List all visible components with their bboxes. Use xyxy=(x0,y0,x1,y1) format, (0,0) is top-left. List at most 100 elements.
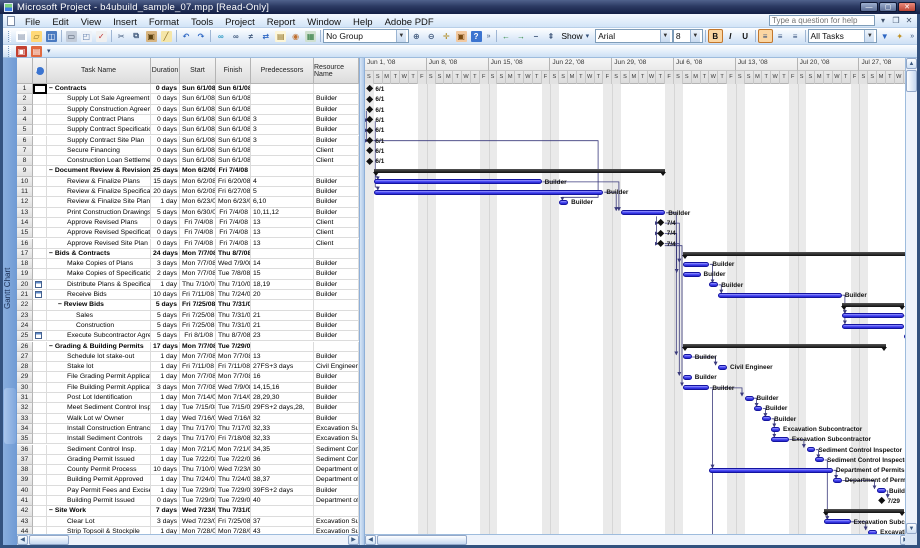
hyperlink-icon[interactable]: ∞ xyxy=(213,29,228,43)
cell-finish[interactable]: Fri 6/27/08 xyxy=(216,187,251,197)
cell-dur[interactable]: 1 day xyxy=(151,424,180,434)
cell-name[interactable]: Review & Finalize Plans xyxy=(47,177,151,187)
cell-info[interactable] xyxy=(33,506,47,516)
timescale-day[interactable]: W xyxy=(524,71,533,84)
cell-finish[interactable]: Sun 6/1/08 xyxy=(216,125,251,135)
cell-name[interactable]: Secure Financing xyxy=(47,146,151,156)
cell-name[interactable]: Approve Revised Specifications xyxy=(47,228,151,238)
cell-info[interactable] xyxy=(33,445,47,455)
cell-start[interactable]: Thu 7/17/08 xyxy=(180,424,216,434)
cell-start[interactable]: Tue 7/22/08 xyxy=(180,455,216,465)
undo-icon[interactable]: ↶ xyxy=(179,29,194,43)
timescale-day[interactable]: M xyxy=(692,71,701,84)
save-icon[interactable]: ◫ xyxy=(44,29,59,43)
cell-pred[interactable]: 29FS+2 days,28, xyxy=(251,403,314,413)
cell-num[interactable]: 25 xyxy=(17,331,33,341)
cell-pred[interactable]: 18,19 xyxy=(251,280,314,290)
cell-pred[interactable]: 32,33 xyxy=(251,424,314,434)
cell-num[interactable]: 21 xyxy=(17,290,33,300)
cell-pred[interactable] xyxy=(251,94,314,104)
task-bar[interactable] xyxy=(754,406,763,411)
cell-dur[interactable]: 0 days xyxy=(151,94,180,104)
cell-finish[interactable]: Tue 7/22/08 xyxy=(216,455,251,465)
task-bar[interactable] xyxy=(718,365,727,370)
summary-bar[interactable] xyxy=(683,252,911,256)
cell-info[interactable] xyxy=(33,208,47,218)
cell-info[interactable] xyxy=(33,259,47,269)
cell-info[interactable] xyxy=(33,218,47,228)
menu-format[interactable]: Format xyxy=(143,16,185,29)
cell-dur[interactable]: 2 days xyxy=(151,269,180,279)
cell-start[interactable]: Sun 6/1/08 xyxy=(180,156,216,166)
cell-info[interactable] xyxy=(33,239,47,249)
timescale-day[interactable]: W xyxy=(462,71,471,84)
print-icon[interactable]: ▭ xyxy=(64,29,79,43)
timescale-day[interactable]: F xyxy=(603,71,612,84)
cell-info[interactable] xyxy=(33,146,47,156)
cell-pred[interactable]: 40 xyxy=(251,496,314,506)
task-bar[interactable] xyxy=(842,313,904,318)
task-bar[interactable] xyxy=(709,468,833,473)
menu-project[interactable]: Project xyxy=(219,16,261,29)
cell-dur[interactable]: 10 days xyxy=(151,290,180,300)
cell-finish[interactable]: Sun 6/1/08 xyxy=(216,156,251,166)
cell-info[interactable] xyxy=(33,383,47,393)
cell-finish[interactable]: Tue 7/15/08 xyxy=(216,403,251,413)
cell-start[interactable]: Wed 7/16/08 xyxy=(180,414,216,424)
cell-finish[interactable]: Thu 7/31/08 xyxy=(216,506,251,516)
cell-pred[interactable] xyxy=(251,156,314,166)
timescale-day[interactable]: F xyxy=(789,71,798,84)
cell-finish[interactable]: Tue 7/8/08 xyxy=(216,269,251,279)
cell-name[interactable]: Make Copies of Specifications xyxy=(47,269,151,279)
timescale-week[interactable]: Jun 29, '08 xyxy=(612,58,674,71)
column-header-name[interactable]: Task Name xyxy=(47,58,151,84)
timescale-day[interactable]: T xyxy=(762,71,771,84)
cell-dur[interactable]: 1 day xyxy=(151,352,180,362)
link-tasks-icon[interactable]: ∞ xyxy=(228,29,243,43)
task-bar[interactable] xyxy=(833,478,842,483)
cell-res[interactable]: Builder xyxy=(314,259,359,269)
cell-info[interactable] xyxy=(33,434,47,444)
cell-name[interactable]: Sales xyxy=(47,311,151,321)
cell-start[interactable]: Wed 7/23/08 xyxy=(180,506,216,516)
cell-start[interactable]: Thu 7/10/08 xyxy=(180,465,216,475)
cell-name[interactable]: Install Sediment Controls xyxy=(47,434,151,444)
timescale-day[interactable]: M xyxy=(444,71,453,84)
menu-view[interactable]: View xyxy=(75,16,107,29)
timescale-day[interactable]: T xyxy=(701,71,710,84)
column-header-num[interactable] xyxy=(17,58,33,84)
timescale-day[interactable]: T xyxy=(824,71,833,84)
timescale-week[interactable]: Jul 6, '08 xyxy=(674,58,736,71)
cell-finish[interactable]: Sun 6/1/08 xyxy=(216,94,251,104)
cell-start[interactable]: Sun 6/1/08 xyxy=(180,115,216,125)
cell-name[interactable]: − Review Bids xyxy=(47,300,151,310)
cell-name[interactable]: Approve Revised Plans xyxy=(47,218,151,228)
menu-window[interactable]: Window xyxy=(301,16,347,29)
cell-info[interactable] xyxy=(33,393,47,403)
convert-and-email-pdf-icon[interactable]: ▤ xyxy=(29,44,44,58)
timescale-day[interactable]: M xyxy=(506,71,515,84)
timescale-day[interactable]: T xyxy=(842,71,851,84)
task-bar[interactable] xyxy=(824,519,850,524)
timescale-day[interactable]: S xyxy=(674,71,683,84)
cell-pred[interactable]: 20 xyxy=(251,290,314,300)
cell-start[interactable]: Mon 7/7/08 xyxy=(180,352,216,362)
hide-subtasks-icon[interactable]: ⇞ xyxy=(543,29,558,43)
cell-start[interactable]: Thu 7/24/08 xyxy=(180,475,216,485)
convert-to-pdf-icon[interactable]: ▣ xyxy=(14,44,29,58)
cell-finish[interactable]: Mon 7/7/08 xyxy=(216,372,251,382)
cell-name[interactable]: Pay Permit Fees and Excise Taxes xyxy=(47,486,151,496)
timescale-day[interactable]: F xyxy=(851,71,860,84)
cell-pred[interactable]: 38,37 xyxy=(251,475,314,485)
cell-start[interactable]: Sun 6/1/08 xyxy=(180,94,216,104)
column-header-info[interactable]: i xyxy=(33,58,47,84)
task-bar[interactable] xyxy=(745,396,754,401)
cell-num[interactable]: 33 xyxy=(17,414,33,424)
cell-name[interactable]: Supply Lot Sale Agreement xyxy=(47,94,151,104)
timescale-day[interactable]: T xyxy=(595,71,604,84)
timescale-day[interactable]: T xyxy=(656,71,665,84)
cell-num[interactable]: 32 xyxy=(17,403,33,413)
cell-res[interactable]: Excavation Subcontractor xyxy=(314,424,359,434)
cell-num[interactable]: 30 xyxy=(17,383,33,393)
align-center-button[interactable]: ≡ xyxy=(773,29,788,43)
